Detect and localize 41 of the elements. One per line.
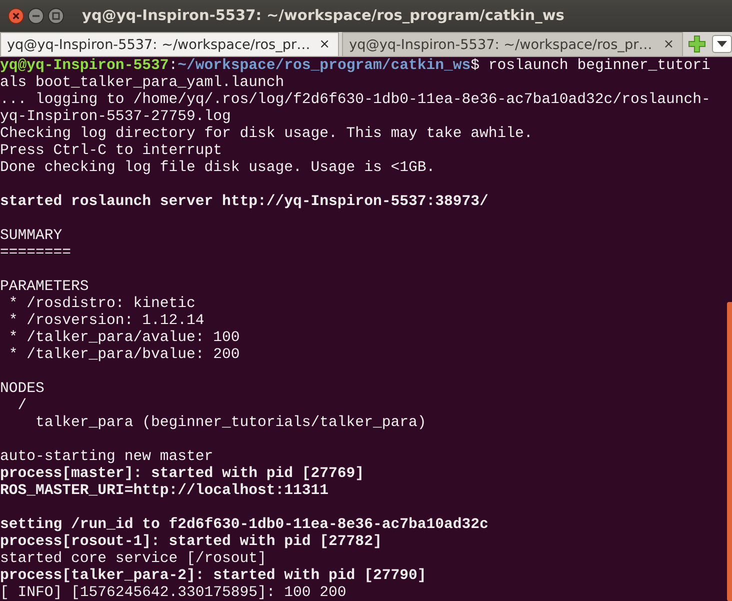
terminal-text: started roslaunch server http://yq-Inspiron-5537:38973/ [0, 194, 488, 210]
terminal-text: PARAMETERS [0, 279, 89, 295]
terminal-text: Checking log directory for disk usage. This may take awhile. [0, 126, 533, 142]
terminal-text: process[rosout-1]: started with pid [27782] [0, 534, 382, 550]
caret-icon [717, 40, 728, 48]
window-title: yq@yq-Inspiron-5537: ~/workspace/ros_program/catkin_ws [82, 8, 564, 24]
terminal-text: * /rosversion: 1.12.14 [8, 313, 204, 329]
plus-icon[interactable] [688, 35, 706, 53]
terminal-text: started core service [/rosout] [0, 551, 266, 567]
terminal-text: Press Ctrl-C to interrupt [0, 143, 222, 159]
terminal-text: * /talker_para/avalue: 100 [8, 330, 240, 346]
terminal-text: yq@yq-Inspiron-5537 [0, 58, 169, 74]
tabs-menu-button[interactable] [712, 35, 732, 53]
terminal-text: ROS_MASTER_URI=http://localhost:11311 [0, 483, 329, 499]
terminal-text: [ INFO] [1576245642.330175895]: 100 200 [0, 585, 346, 601]
terminal-text: * /talker_para/bvalue: 200 [8, 347, 240, 363]
terminal-text: auto-starting new master [0, 449, 214, 465]
terminal-text: NODES [0, 381, 44, 397]
maximize-icon[interactable] [48, 8, 64, 24]
scrollbar-thumb[interactable] [727, 302, 732, 601]
terminal-tab[interactable]: yq@yq-Inspiron-5537: ~/workspace/ros_pr… × [342, 32, 684, 56]
terminal-text: Done checking log file disk usage. Usage is <1GB. [0, 160, 436, 176]
terminal-text: als boot_talker_para_yaml.launch [0, 75, 284, 91]
terminal-text: ... logging to /home/yq/.ros/log/f2d6f630-1db0-11ea-8e36-ac7ba10ad32c/roslaunch- [0, 92, 710, 108]
terminal-text: yq-Inspiron-5537-27759.log [0, 109, 231, 125]
close-tab-button[interactable]: × [663, 37, 674, 52]
terminal-text: $ roslaunch beginner_tutori [470, 58, 710, 74]
terminal-text: : [168, 58, 178, 74]
terminal-text: SUMMARY [0, 228, 62, 244]
terminal-tab[interactable]: yq@yq-Inspiron-5537: ~/workspace/ros_pr… × [0, 32, 340, 56]
terminal-text: talker_para (beginner_tutorials/talker_para) [34, 415, 426, 431]
terminal-text: ~/workspace/ros_program/catkin_ws [178, 58, 471, 74]
close-icon[interactable] [8, 8, 24, 24]
terminal-text: * /rosdistro: kinetic [8, 296, 196, 312]
close-tab-button[interactable]: × [319, 37, 330, 52]
terminal-text: setting /run_id to f2d6f630-1db0-11ea-8e36-ac7ba10ad32c [0, 517, 488, 533]
terminal-text: process[master]: started with pid [27769] [0, 466, 364, 482]
terminal-text: / [16, 398, 27, 414]
terminal-text: ======== [0, 245, 72, 261]
minimize-icon[interactable] [28, 8, 44, 24]
terminal-text: process[talker_para-2]: started with pid [27790] [0, 568, 426, 584]
